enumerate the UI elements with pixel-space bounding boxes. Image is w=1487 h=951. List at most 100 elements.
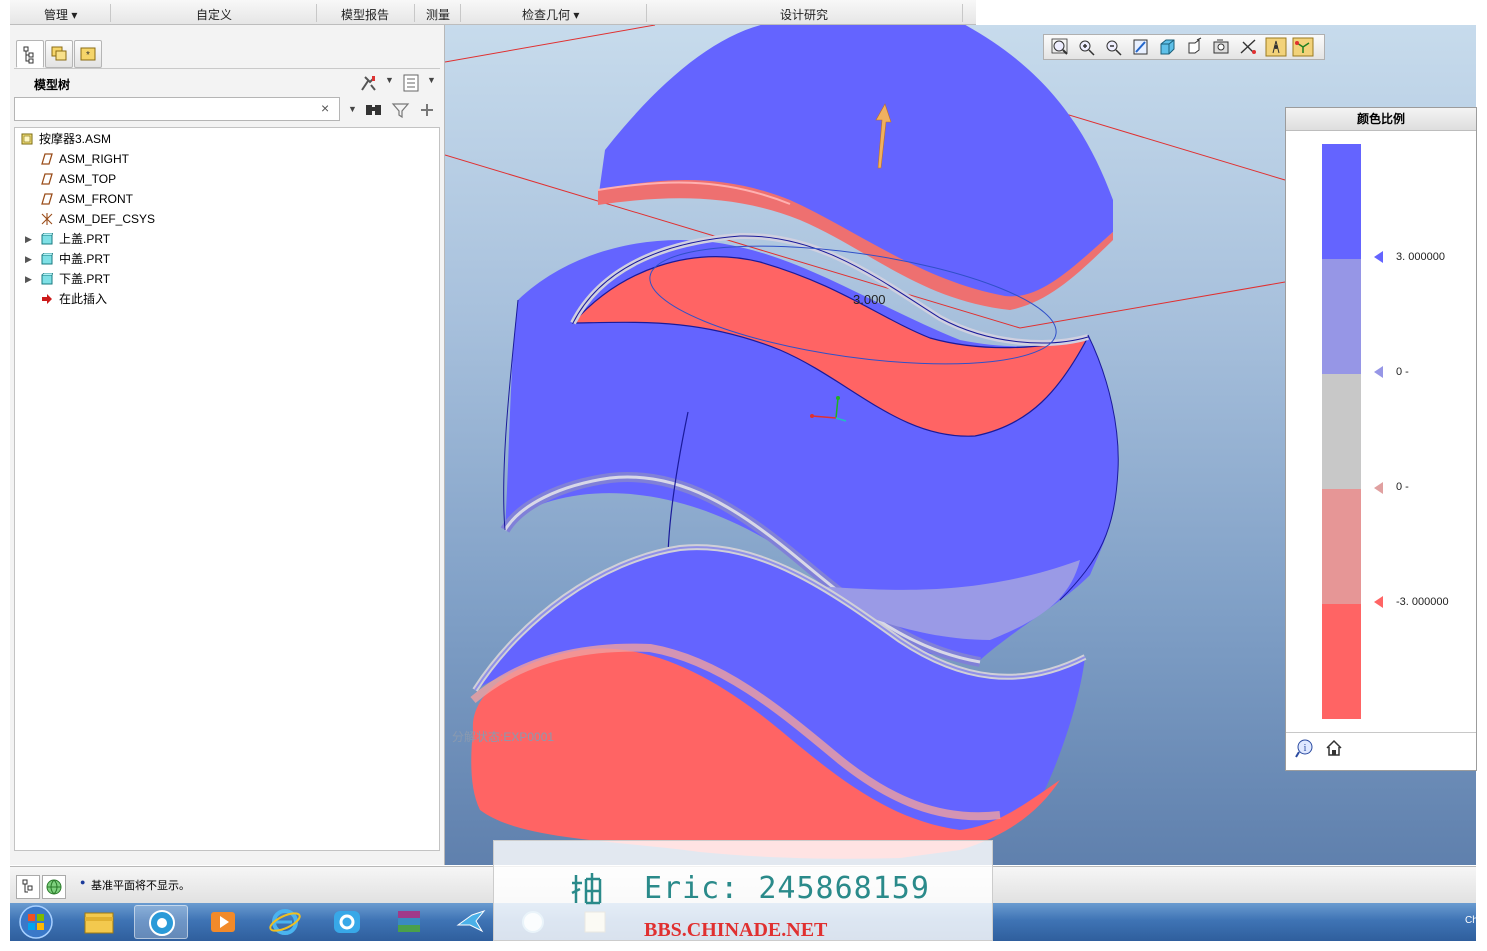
browser-icon — [149, 910, 175, 936]
taskbar-im[interactable] — [320, 905, 374, 939]
expand-arrow-icon[interactable]: ▶ — [25, 249, 32, 269]
datum-display-icon[interactable] — [1238, 37, 1260, 57]
explorer-icon — [84, 912, 114, 934]
watermark-logo — [571, 873, 602, 905]
status-message: 基准平面将不显示。 — [91, 880, 190, 892]
scale-marker[interactable] — [1374, 596, 1383, 608]
scale-marker[interactable] — [1374, 366, 1383, 378]
color-band — [1322, 259, 1361, 374]
tree-item-middle-cover[interactable]: ▶ 中盖.PRT — [15, 249, 435, 269]
filter-icon[interactable] — [391, 100, 411, 120]
repaint-icon[interactable] — [1130, 37, 1152, 57]
menu-design-study[interactable]: 设计研究 — [780, 6, 828, 23]
assembly-icon — [21, 133, 33, 145]
start-orb-icon[interactable] — [16, 904, 56, 940]
tree-item-asm-front[interactable]: ASM_FRONT — [15, 189, 435, 209]
expand-arrow-icon[interactable]: ▶ — [25, 229, 32, 249]
datum-plane-icon — [41, 173, 53, 185]
model-tree-header: 模型树 ▼ ▼ — [14, 68, 440, 97]
taskbar-browser[interactable] — [134, 905, 188, 939]
taskbar-winrar[interactable] — [382, 905, 436, 939]
refit-icon[interactable] — [1049, 37, 1071, 57]
tree-settings-icon[interactable] — [358, 73, 378, 93]
view-toolbar — [1043, 34, 1325, 60]
menu-separator — [316, 4, 317, 22]
favorites-icon: * — [80, 47, 96, 61]
menu-separator — [110, 4, 111, 22]
datum-plane-icon — [41, 193, 53, 205]
tray-clock[interactable]: Ch — [1465, 915, 1478, 926]
scale-label-max: 3. 000000 — [1396, 251, 1445, 263]
tree-item-label: 按摩器3.ASM — [39, 132, 112, 146]
taskbar-ie[interactable] — [258, 905, 312, 939]
watermark: Eric: 245868159 BBS.CHINADE.NET — [493, 840, 993, 941]
display-style-icon[interactable] — [1157, 37, 1179, 57]
divider — [1286, 732, 1476, 733]
tree-item-lower-cover[interactable]: ▶ 下盖.PRT — [15, 269, 435, 289]
spin-center-icon[interactable] — [1265, 37, 1287, 57]
menu-measure[interactable]: 测量 — [426, 6, 450, 23]
view-manager-icon[interactable] — [1211, 37, 1233, 57]
expand-arrow-icon[interactable]: ▶ — [25, 269, 32, 289]
ribbon-tab-bar: 管理 ▾ 自定义 模型报告 测量 检查几何 ▾ 设计研究 — [10, 0, 976, 25]
tree-item-insert-here[interactable]: 在此插入 — [15, 289, 435, 309]
scale-marker[interactable] — [1374, 482, 1383, 494]
tree-item-label: ASM_FRONT — [59, 192, 134, 206]
tree-columns-icon[interactable] — [401, 73, 421, 93]
explode-state-label: 分解状态:EXP0001 — [452, 730, 554, 744]
chevron-down-icon[interactable]: ▼ — [427, 75, 436, 85]
part-icon — [41, 273, 53, 285]
chevron-down-icon[interactable]: ▼ — [348, 104, 357, 114]
info-icon[interactable]: i — [1294, 738, 1316, 758]
binoculars-icon[interactable] — [364, 100, 384, 120]
media-player-icon — [211, 912, 235, 932]
taskbar-explorer[interactable] — [72, 905, 126, 939]
color-band — [1322, 144, 1361, 259]
tree-item-assembly[interactable]: 按摩器3.ASM — [15, 129, 435, 149]
zoom-in-icon[interactable] — [1076, 37, 1098, 57]
tab-favorites[interactable]: * — [74, 40, 102, 68]
clear-search-icon[interactable]: × — [321, 100, 329, 116]
toggle-browser-button[interactable] — [42, 875, 66, 899]
bird-app-icon — [456, 909, 486, 933]
globe-icon — [46, 879, 62, 895]
menu-separator — [460, 4, 461, 22]
bullet-icon: ● — [80, 877, 86, 887]
dimension-label[interactable]: 3.000 — [853, 292, 886, 307]
tree-item-upper-cover[interactable]: ▶ 上盖.PRT — [15, 229, 435, 249]
insert-here-icon — [42, 294, 52, 304]
model-tree-icon — [22, 879, 33, 893]
menu-inspect-geometry[interactable]: 检查几何 ▾ — [522, 6, 579, 23]
add-icon[interactable] — [418, 100, 436, 120]
color-band — [1322, 374, 1361, 489]
chevron-down-icon[interactable]: ▼ — [385, 75, 394, 85]
color-scale-title: 颜色比例 — [1286, 108, 1476, 131]
model-tree: 按摩器3.ASM ASM_RIGHT ASM_TOP ASM_FRONT ASM… — [14, 127, 440, 851]
menu-model-report[interactable]: 模型报告 — [341, 6, 389, 23]
taskbar-media-player[interactable] — [196, 905, 250, 939]
toggle-navigator-button[interactable] — [16, 875, 40, 899]
winrar-icon — [398, 911, 420, 932]
color-scale-panel: 颜色比例 3. 000000 0 - 0 - -3. 000000 i — [1285, 107, 1477, 771]
menu-customize[interactable]: 自定义 — [196, 6, 232, 23]
tree-item-asm-top[interactable]: ASM_TOP — [15, 169, 435, 189]
tab-model-tree[interactable] — [16, 40, 44, 68]
tab-folder-browser[interactable] — [45, 40, 73, 68]
saved-views-icon[interactable] — [1184, 37, 1206, 57]
model-tree-search-input[interactable]: × — [14, 97, 340, 121]
zoom-out-icon[interactable] — [1103, 37, 1125, 57]
menu-manage[interactable]: 管理 ▾ — [44, 6, 77, 23]
tree-item-label: ASM_RIGHT — [59, 152, 130, 166]
part-icon — [41, 233, 53, 245]
tree-item-label: ASM_TOP — [59, 172, 117, 186]
annotation-display-icon[interactable] — [1292, 37, 1314, 57]
taskbar-bird-app[interactable] — [444, 905, 498, 939]
scale-marker[interactable] — [1374, 251, 1383, 263]
watermark-name: Eric: 245868159 — [644, 871, 930, 906]
tree-item-label: 在此插入 — [59, 292, 108, 306]
tree-item-asm-right[interactable]: ASM_RIGHT — [15, 149, 435, 169]
tree-item-asm-def-csys[interactable]: ASM_DEF_CSYS — [15, 209, 435, 229]
watermark-site: BBS.CHINADE.NET — [644, 919, 828, 941]
menu-manage-label: 管理 — [44, 8, 69, 22]
home-icon[interactable] — [1324, 738, 1344, 758]
